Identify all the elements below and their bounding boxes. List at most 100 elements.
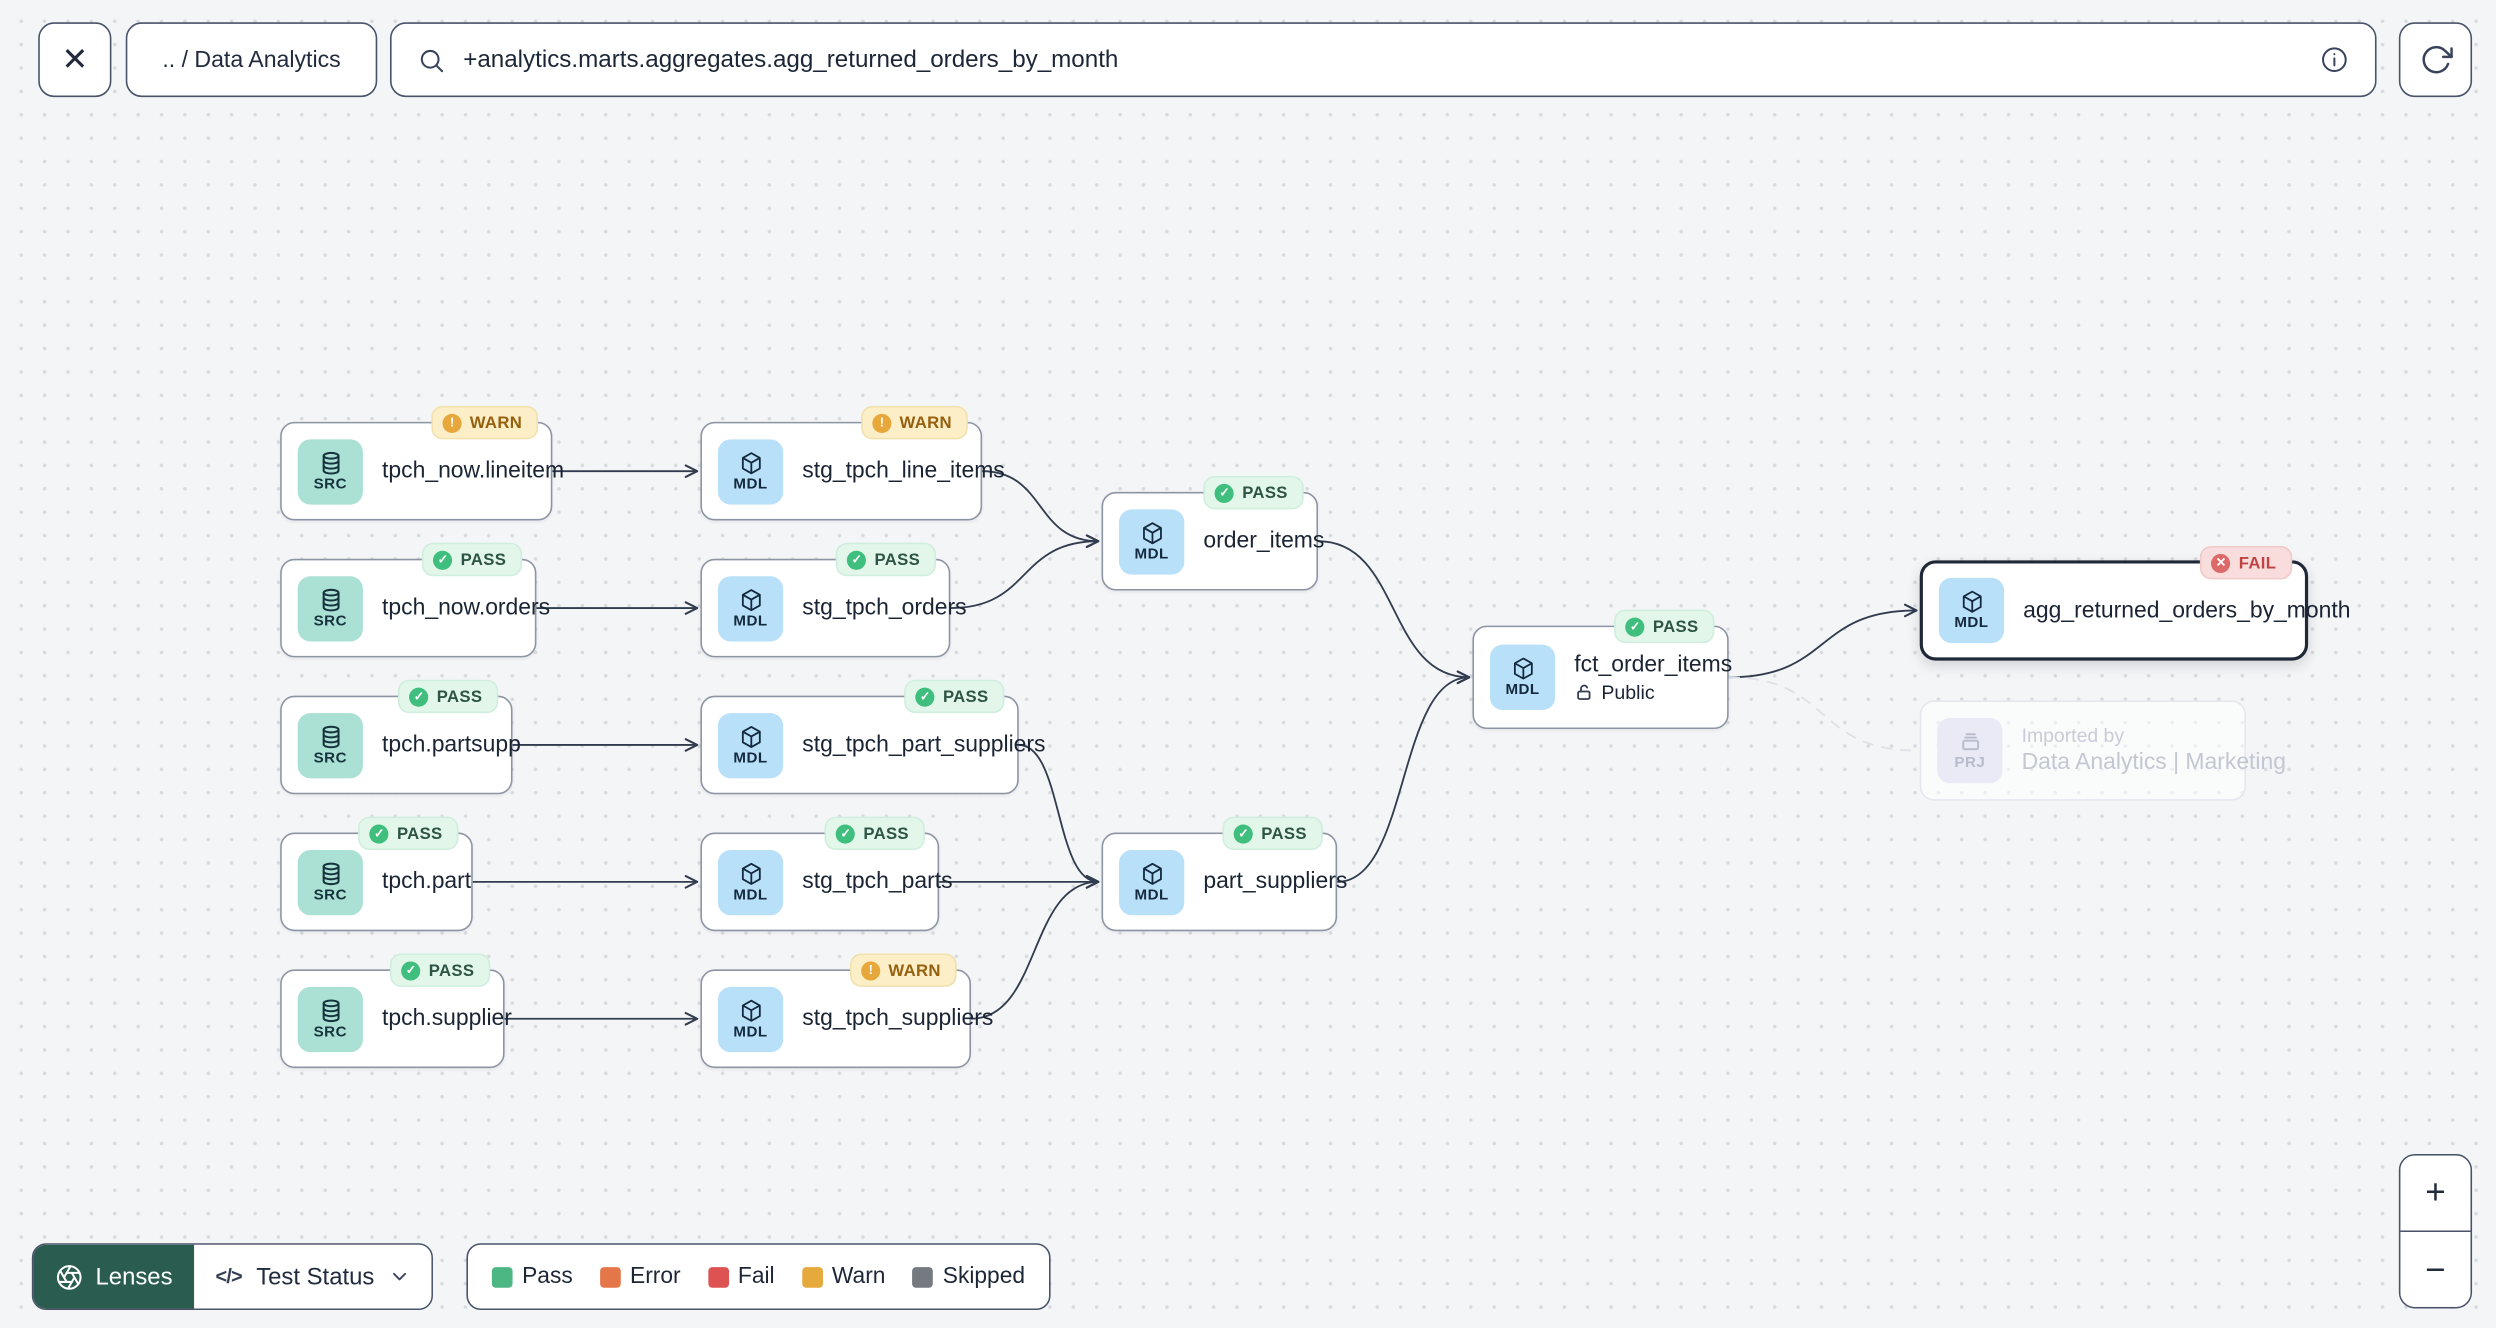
node-kind-label: SRC [313, 475, 347, 494]
node-tpch_now_lineitem[interactable]: SRC tpch_now.lineitem! WARN [280, 405, 565, 521]
cube-icon [738, 450, 763, 475]
status-dot-icon: ! [872, 413, 892, 433]
legend-item-error: Error [599, 1264, 681, 1289]
lineage-explorer: SRC tpch_now.lineitem! WARN MDL stg_tpch_lin… [0, 0, 2496, 1328]
status-dot-icon: ✓ [401, 960, 421, 980]
node-kind-block: SRC [297, 712, 363, 778]
legend-swatch [491, 1266, 513, 1287]
lenses-control: Lenses </> Test Status [31, 1243, 434, 1311]
code-icon: </> [215, 1265, 242, 1288]
node-text: tpch.supplier [382, 1006, 512, 1032]
node-text: stg_tpch_orders [802, 595, 967, 621]
node-tpch_partsupp[interactable]: SRC tpch.partsupp ✓ PASS [280, 679, 521, 795]
legend-item-skipped: Skipped [912, 1264, 1025, 1289]
node-text: stg_tpch_part_suppliers [802, 732, 1045, 757]
node-title: tpch_now.orders [382, 595, 551, 621]
aperture-icon [56, 1263, 83, 1290]
breadcrumb-button[interactable]: .. / Data Analytics [125, 22, 378, 98]
node-title: stg_tpch_suppliers [802, 1006, 994, 1032]
status-dot-icon: ✓ [1234, 823, 1254, 843]
status-dot-icon: ! [442, 413, 462, 433]
node-text: tpch_now.orders [382, 595, 551, 621]
database-icon [318, 861, 343, 886]
cube-icon [1959, 589, 1984, 614]
node-kind-block: MDL [1119, 508, 1185, 574]
zoom-out-button[interactable]: − [2400, 1232, 2471, 1307]
node-title: order_items [1203, 528, 1325, 554]
node-kind-block: MDL [717, 986, 784, 1052]
status-dot-icon: ✓ [369, 823, 389, 843]
node-text: order_items [1203, 528, 1325, 554]
node-agg_returned_orders_by_month[interactable]: MDL agg_returned_orders_by_month ✕ FAIL [1919, 545, 2351, 661]
node-title: tpch.part [382, 869, 472, 895]
search-input[interactable] [463, 46, 2302, 74]
lenses-button[interactable]: Lenses [33, 1244, 195, 1309]
lens-selector-dropdown[interactable]: </> Test Status [194, 1244, 432, 1309]
close-button[interactable]: ✕ [38, 22, 112, 98]
refresh-button[interactable] [2398, 22, 2473, 98]
node-kind-label: MDL [1505, 681, 1540, 700]
status-label: WARN [888, 960, 941, 980]
status-label: PASS [1242, 483, 1288, 503]
status-badge-pass: ✓ PASS [390, 953, 491, 987]
legend-swatch [912, 1266, 934, 1287]
edge-stg_tpch_part_suppliers-to-part_suppliers [1018, 744, 1100, 889]
node-stg_tpch_part_suppliers[interactable]: MDL stg_tpch_part_suppliers ✓ PASS [700, 679, 1045, 795]
node-text: Imported by Data Analytics | Marketing [2021, 723, 2286, 776]
node-text: stg_tpch_parts [802, 869, 952, 894]
node-fct_order_items[interactable]: MDL fct_order_items Public ✓ PASS [1472, 609, 1732, 730]
node-kind-block: PRJ [1937, 717, 2003, 784]
node-order_items[interactable]: MDL order_items ✓ PASS [1101, 475, 1325, 591]
cube-icon [738, 861, 763, 886]
node-text: tpch_now.lineitem [382, 458, 565, 484]
node-kind-block: MDL [1489, 644, 1556, 710]
status-label: FAIL [2238, 553, 2277, 573]
status-label: PASS [396, 823, 443, 843]
node-tpch_now_orders[interactable]: SRC tpch_now.orders ✓ PASS [280, 542, 551, 658]
lens-selector-label: Test Status [256, 1263, 375, 1291]
status-dot-icon: ✓ [409, 686, 429, 706]
status-label: WARN [469, 413, 523, 433]
node-kind-block: SRC [297, 575, 363, 641]
info-icon[interactable] [2319, 45, 2349, 75]
node-kind-block: MDL [717, 849, 784, 915]
database-icon [318, 450, 343, 475]
node-part_suppliers[interactable]: MDL part_suppliers ✓ PASS [1101, 816, 1348, 932]
legend-label: Warn [831, 1263, 886, 1290]
node-stg_tpch_line_items[interactable]: MDL stg_tpch_line_items! WARN [700, 405, 1005, 521]
node-stg_tpch_suppliers[interactable]: MDL stg_tpch_suppliers! WARN [700, 953, 994, 1069]
node-title: tpch.supplier [382, 1006, 512, 1032]
zoom-controls: + − [2398, 1154, 2473, 1309]
node-tpch_supplier[interactable]: SRC tpch.supplier ✓ PASS [280, 953, 512, 1069]
node-kind-block: SRC [297, 849, 363, 915]
status-label: PASS [436, 686, 483, 706]
node-kind-label: MDL [1954, 614, 1989, 633]
edge-fct_order_items-to-agg_returned_orders_by_month [1728, 603, 1918, 679]
status-label: PASS [1652, 616, 1699, 636]
node-text: tpch.part [382, 869, 472, 895]
legend-swatch [599, 1266, 621, 1287]
node-title: agg_returned_orders_by_month [2023, 597, 2351, 624]
search-bar[interactable] [389, 22, 2377, 98]
legend-item-fail: Fail [707, 1263, 775, 1290]
node-title: part_suppliers [1203, 869, 1348, 895]
status-label: PASS [428, 960, 475, 980]
legend-label: Fail [737, 1263, 775, 1290]
node-title: stg_tpch_orders [802, 595, 967, 621]
node-kind-label: SRC [313, 886, 347, 904]
cube-icon [738, 587, 763, 612]
node-tpch_part[interactable]: SRC tpch.part ✓ PASS [280, 816, 473, 932]
node-title: tpch_now.lineitem [382, 458, 565, 484]
node-kind-label: MDL [1134, 886, 1169, 904]
node-stg_tpch_parts[interactable]: MDL stg_tpch_parts ✓ PASS [700, 816, 953, 932]
node-title: stg_tpch_line_items [802, 458, 1005, 484]
node-title: Data Analytics | Marketing [2021, 749, 2286, 776]
node-kind-label: MDL [733, 612, 768, 630]
node-subtitle: Imported by [2021, 723, 2125, 746]
node-access-label: Public [1601, 680, 1655, 703]
zoom-in-button[interactable]: + [2400, 1155, 2471, 1231]
node-stg_tpch_orders[interactable]: MDL stg_tpch_orders ✓ PASS [700, 542, 967, 658]
cube-icon [1139, 861, 1164, 886]
lineage-canvas[interactable]: SRC tpch_now.lineitem! WARN MDL stg_tpch_lin… [0, 0, 2496, 1328]
legend-item-pass: Pass [491, 1264, 573, 1289]
